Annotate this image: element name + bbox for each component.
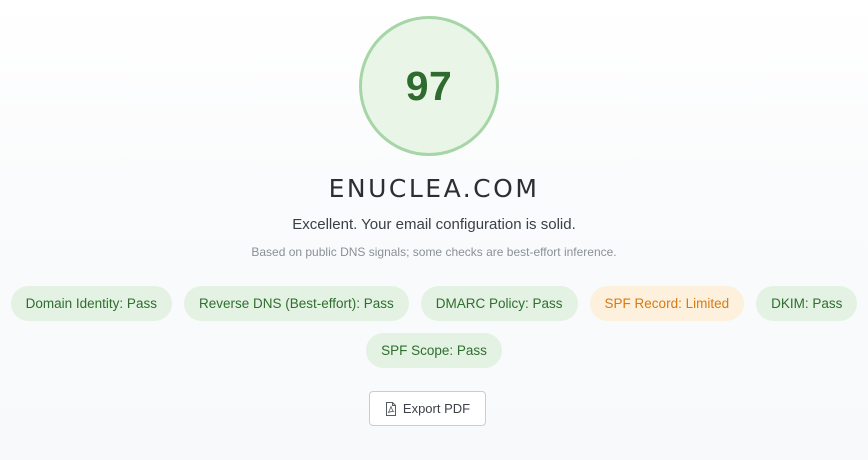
score-ring: 97 (359, 16, 499, 156)
check-chip-dmarc-policy[interactable]: DMARC Policy: Pass (420, 286, 578, 321)
export-pdf-button[interactable]: Export PDF (369, 391, 486, 426)
check-chip-spf-record[interactable]: SPF Record: Limited (589, 286, 745, 321)
checks-row-1: Domain Identity: Pass Reverse DNS (Best-… (0, 286, 868, 321)
check-chip-domain-identity[interactable]: Domain Identity: Pass (10, 286, 172, 321)
domain-title: ENUCLEA.COM (328, 174, 540, 203)
check-chip-dkim[interactable]: DKIM: Pass (756, 286, 858, 321)
score-value: 97 (405, 62, 453, 109)
checks-row-2: SPF Scope: Pass (0, 333, 868, 368)
check-chip-spf-scope[interactable]: SPF Scope: Pass (366, 333, 502, 368)
export-pdf-label: Export PDF (402, 401, 471, 416)
score-summary: Excellent. Your email configuration is s… (292, 216, 576, 233)
score-note: Based on public DNS signals; some checks… (251, 245, 617, 259)
pdf-file-icon (385, 401, 397, 416)
check-chip-reverse-dns[interactable]: Reverse DNS (Best-effort): Pass (183, 286, 409, 321)
